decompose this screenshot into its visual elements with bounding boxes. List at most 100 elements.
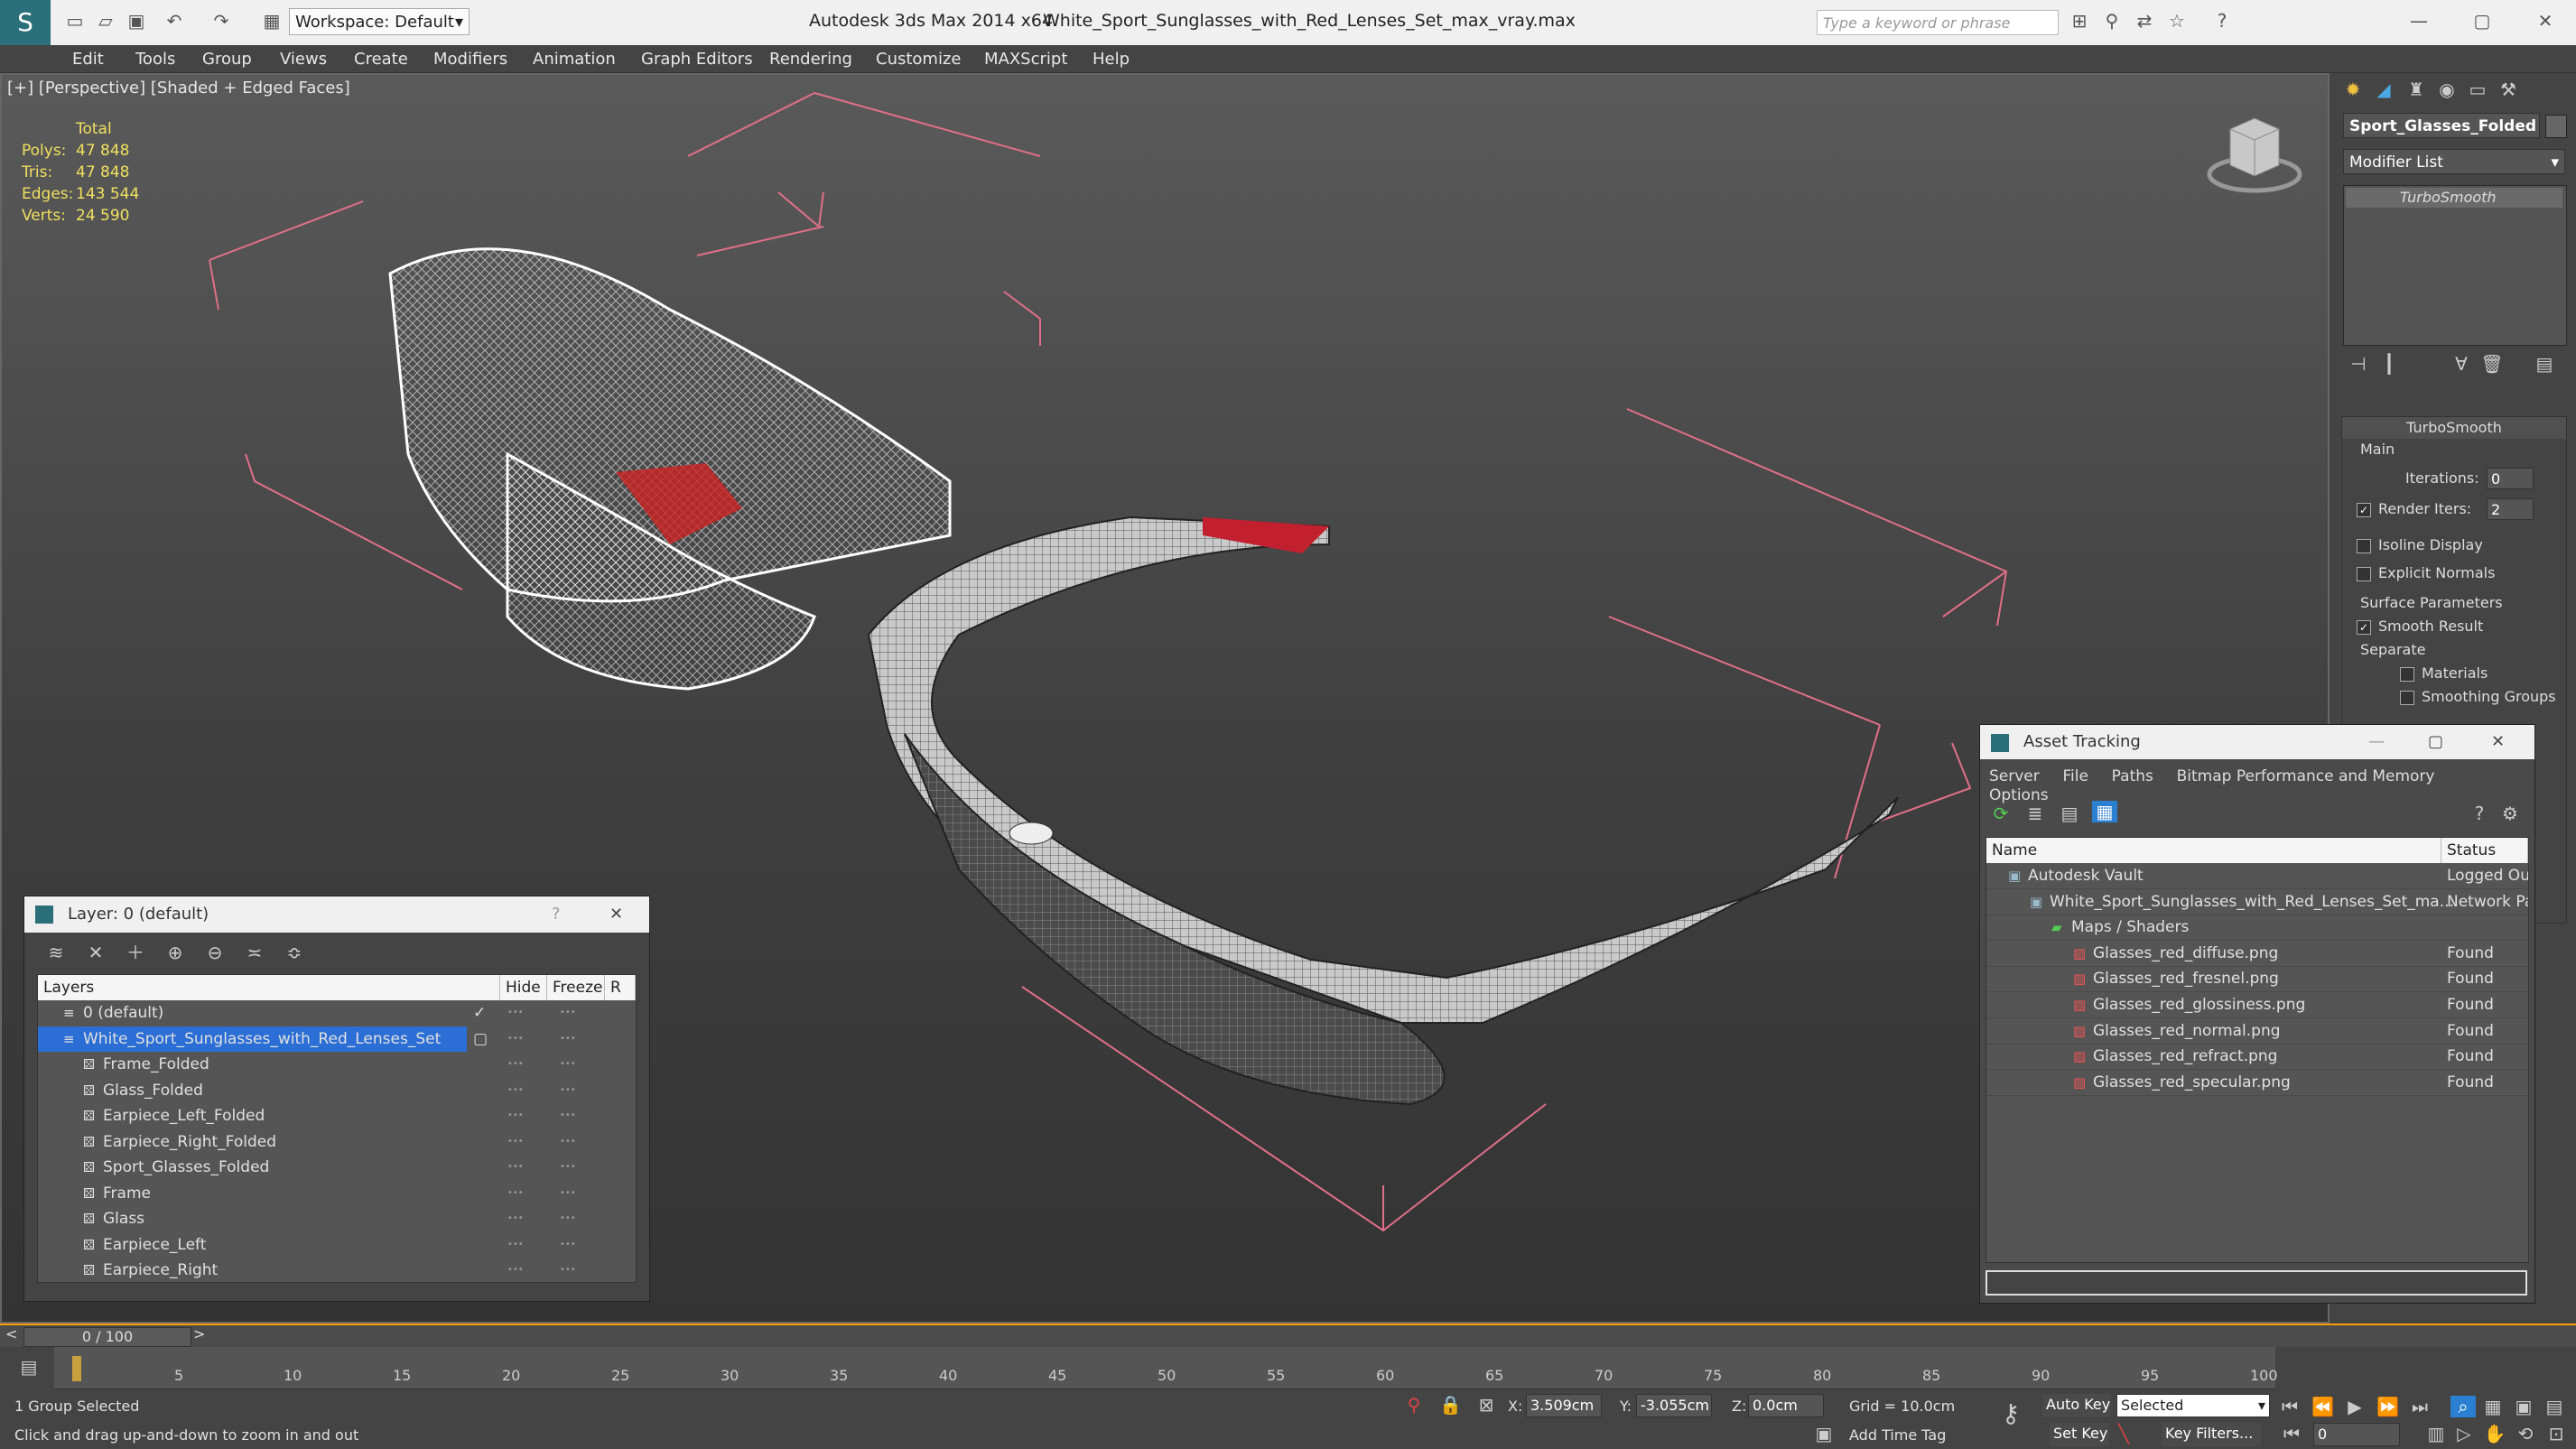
- col-name-header[interactable]: Name: [1986, 838, 2441, 863]
- search-input[interactable]: Type a keyword or phrase: [1817, 10, 2059, 35]
- asset-settings-icon[interactable]: ⚙: [2498, 803, 2522, 824]
- smoothing-groups-checkbox[interactable]: Smoothing Groups: [2400, 688, 2556, 705]
- hide-toggle[interactable]: •••: [507, 1181, 524, 1206]
- goto-end-icon[interactable]: ⏭: [2409, 1396, 2431, 1417]
- menu-help[interactable]: Help: [1093, 50, 1130, 69]
- maximize-viewport-icon[interactable]: ▤: [2543, 1396, 2566, 1417]
- hide-toggle[interactable]: •••: [507, 1129, 524, 1155]
- layer-row[interactable]: ⚄ Earpiece_Right_Folded ••• •••: [38, 1129, 636, 1155]
- hide-toggle[interactable]: •••: [507, 1103, 524, 1129]
- asset-row[interactable]: ▨ Glasses_red_glossiness.png Found: [1986, 992, 2528, 1018]
- goto-start-icon[interactable]: ⏮: [2279, 1396, 2301, 1417]
- key-icon[interactable]: ⚲: [2100, 9, 2124, 33]
- hide-toggle[interactable]: •••: [507, 1026, 524, 1052]
- asset-maximize-icon[interactable]: ▢: [2428, 725, 2443, 759]
- asset-minimize-icon[interactable]: —: [2368, 725, 2385, 759]
- layer-row[interactable]: ⚄ Earpiece_Left_Folded ••• •••: [38, 1103, 636, 1129]
- asset-menu-bitmap[interactable]: Bitmap Performance and Memory: [2177, 767, 2435, 785]
- layer-row[interactable]: ⚄ Frame_Folded ••• •••: [38, 1052, 636, 1077]
- layer-row[interactable]: ⚄ Sport_Glasses_Folded ••• •••: [38, 1155, 636, 1180]
- lock-selection-icon[interactable]: 🔒: [1439, 1394, 1462, 1416]
- menu-customize[interactable]: Customize: [876, 50, 961, 69]
- make-unique-icon[interactable]: ∀: [2450, 353, 2473, 375]
- min-max-toggle-icon[interactable]: ⊡: [2544, 1423, 2568, 1444]
- workspace-select[interactable]: Workspace: Default ▾: [289, 8, 470, 35]
- display-tab-icon[interactable]: ▭: [2466, 79, 2489, 100]
- configure-sets-icon[interactable]: ▤: [2533, 353, 2556, 375]
- isolate-icon[interactable]: ⚲: [1403, 1394, 1425, 1416]
- create-tab-icon[interactable]: ✹: [2341, 79, 2365, 100]
- create-layer-icon[interactable]: ≋: [44, 942, 68, 963]
- select-objects-icon[interactable]: ⊕: [163, 942, 187, 963]
- hierarchy-tab-icon[interactable]: ♜: [2404, 79, 2428, 100]
- next-frame-icon[interactable]: ⏩: [2376, 1396, 2399, 1417]
- help-icon[interactable]: ?: [2210, 9, 2234, 33]
- menu-maxscript[interactable]: MAXScript: [984, 50, 1067, 69]
- col-hide-header[interactable]: Hide: [500, 975, 547, 1000]
- asset-row[interactable]: ▨ Glasses_red_normal.png Found: [1986, 1018, 2528, 1045]
- menu-animation[interactable]: Animation: [533, 50, 616, 69]
- layer-row[interactable]: ≡ White_Sport_Sunglasses_with_Red_Lenses_…: [38, 1026, 576, 1052]
- freeze-all-icon[interactable]: ≎: [283, 942, 306, 963]
- table-view-icon[interactable]: ▤: [2058, 803, 2081, 824]
- z-coordinate-field[interactable]: 0.0cm: [1748, 1394, 1824, 1417]
- set-current-checkbox[interactable]: ▢: [473, 1026, 488, 1052]
- asset-row[interactable]: ▨ Glasses_red_refract.png Found: [1986, 1044, 2528, 1071]
- menu-create[interactable]: Create: [354, 50, 408, 69]
- pan-icon[interactable]: ✋: [2483, 1423, 2506, 1444]
- col-r-header[interactable]: R: [605, 975, 636, 1000]
- app-logo[interactable]: S: [0, 0, 51, 45]
- asset-row[interactable]: ▨ Glasses_red_specular.png Found: [1986, 1070, 2528, 1096]
- freeze-toggle[interactable]: •••: [560, 1181, 576, 1206]
- freeze-toggle[interactable]: •••: [560, 1232, 576, 1258]
- menu-group[interactable]: Group: [202, 50, 252, 69]
- freeze-toggle[interactable]: •••: [560, 1155, 576, 1180]
- modifier-list-dropdown[interactable]: Modifier List ▾: [2343, 149, 2565, 174]
- play-icon[interactable]: ▶: [2344, 1396, 2366, 1417]
- utilities-tab-icon[interactable]: ⚒: [2497, 79, 2520, 100]
- key-mode-icon[interactable]: ⏮: [2281, 1423, 2302, 1444]
- remove-modifier-icon[interactable]: 🗑: [2480, 353, 2504, 375]
- hide-toggle[interactable]: •••: [507, 1052, 524, 1077]
- freeze-toggle[interactable]: •••: [560, 1078, 576, 1103]
- set-key-button[interactable]: Set Key: [2050, 1423, 2109, 1446]
- time-slider[interactable]: < 0 / 100 >: [0, 1324, 2576, 1347]
- modifier-stack[interactable]: TurboSmooth: [2343, 185, 2567, 346]
- asset-tracking-titlebar[interactable]: Asset Tracking — ▢ ✕: [1980, 725, 2534, 759]
- asset-row[interactable]: ▣ Autodesk Vault Logged Ou: [1986, 863, 2528, 889]
- orbit-icon[interactable]: ⟲: [2514, 1423, 2537, 1444]
- freeze-toggle[interactable]: •••: [560, 1000, 576, 1026]
- rollout-title[interactable]: TurboSmooth: [2342, 417, 2566, 439]
- menu-tools[interactable]: Tools: [135, 50, 175, 69]
- show-end-result-icon[interactable]: ┃: [2377, 353, 2401, 375]
- save-icon[interactable]: ▣: [125, 9, 148, 33]
- undo-icon[interactable]: ↶: [163, 9, 186, 33]
- freeze-toggle[interactable]: •••: [560, 1258, 576, 1282]
- pin-stack-icon[interactable]: ⊣: [2347, 353, 2370, 375]
- motion-tab-icon[interactable]: ◉: [2435, 79, 2459, 100]
- zoom-icon[interactable]: ⌕: [2450, 1396, 2476, 1417]
- asset-row[interactable]: ▣ White_Sport_Sunglasses_with_Red_Lenses_…: [1986, 889, 2528, 915]
- freeze-toggle[interactable]: •••: [560, 1103, 576, 1129]
- hide-all-icon[interactable]: ≍: [243, 942, 266, 963]
- asset-row[interactable]: ▨ Glasses_red_diffuse.png Found: [1986, 941, 2528, 967]
- col-freeze-header[interactable]: Freeze: [547, 975, 605, 1000]
- hide-toggle[interactable]: •••: [507, 1232, 524, 1258]
- col-layers-header[interactable]: Layers: [38, 975, 500, 1000]
- hide-toggle[interactable]: •••: [507, 1078, 524, 1103]
- y-coordinate-field[interactable]: -3.055cm: [1636, 1394, 1712, 1417]
- time-slider-prev-icon[interactable]: <: [5, 1325, 17, 1342]
- smooth-result-checkbox[interactable]: ✓ Smooth Result: [2357, 618, 2483, 635]
- maximize-icon[interactable]: ▢: [2470, 9, 2494, 33]
- layer-row[interactable]: ⚄ Frame ••• •••: [38, 1181, 636, 1206]
- hide-toggle[interactable]: •••: [507, 1206, 524, 1231]
- new-icon[interactable]: ▭: [63, 9, 87, 33]
- menu-rendering[interactable]: Rendering: [769, 50, 852, 69]
- project-icon[interactable]: ▦: [260, 9, 284, 33]
- open-icon[interactable]: ▱: [94, 9, 117, 33]
- field-of-view-icon[interactable]: ▷: [2452, 1423, 2476, 1444]
- binoculars-icon[interactable]: ⊞: [2068, 9, 2091, 33]
- add-time-tag[interactable]: Add Time Tag: [1849, 1426, 1946, 1444]
- iterations-spinner[interactable]: 0: [2487, 468, 2534, 489]
- layer-row[interactable]: ⚄ Glass ••• •••: [38, 1206, 636, 1231]
